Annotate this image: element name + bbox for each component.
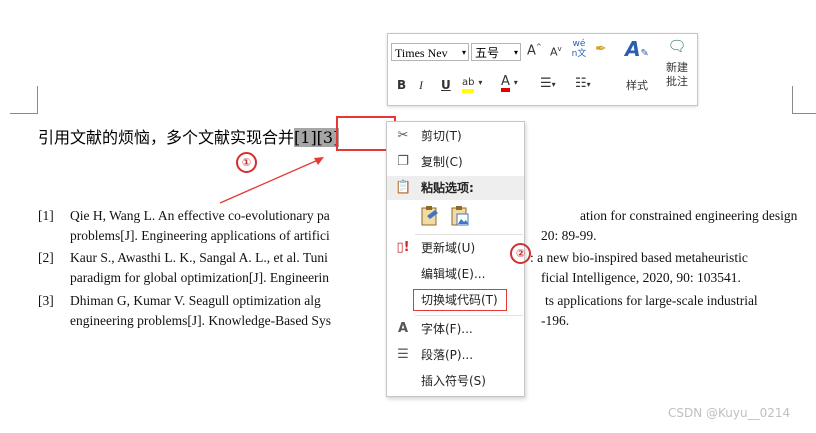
numbering-button[interactable]: ☷▾ [575, 76, 591, 91]
highlight-button[interactable]: ab ▾ [462, 74, 482, 93]
menu-item-label: 更新域(U) [421, 241, 476, 255]
menu-item-insert-symbol[interactable]: 插入符号(S) [387, 369, 524, 393]
toggle-field-codes-highlight-box [413, 289, 507, 311]
phonetic-guide-icon: wén文 [571, 39, 587, 59]
styles-icon: A✎ [625, 37, 649, 61]
reference-text: ficial Intelligence, 2020, 90: 103541. [541, 270, 741, 285]
font-size-select[interactable]: 五号 ▾ [471, 43, 521, 61]
bullets-button[interactable]: ☰▾ [540, 76, 556, 91]
chevron-down-icon: ▾ [513, 48, 518, 57]
new-comment-label: 新建 [666, 61, 688, 74]
paragraph-icon: ☰ [397, 347, 409, 362]
reference-text: paradigm for global optimization[J]. Eng… [70, 270, 330, 285]
reference-text: Kaur S., Awasthi L. K., Sangal A. L., et… [70, 250, 328, 265]
menu-item-paragraph[interactable]: ☰ 段落(P)... [387, 343, 524, 367]
paste-picture-button[interactable] [449, 204, 471, 228]
italic-button[interactable]: I [419, 78, 423, 93]
bold-button[interactable]: B [397, 78, 406, 92]
menu-item-label: 段落(P)... [421, 348, 474, 362]
reference-number: [3] [38, 293, 54, 308]
copy-icon: ❐ [397, 154, 409, 169]
shrink-font-icon: A [550, 45, 558, 59]
menu-item-cut[interactable]: ✂ 剪切(T) [387, 124, 524, 148]
reference-text: Qie H, Wang L. An effective co-evolution… [70, 208, 330, 223]
menu-item-copy[interactable]: ❐ 复制(C) [387, 150, 524, 174]
watermark: CSDN @Kuyu__0214 [668, 406, 791, 420]
grow-font-button[interactable]: A^ [527, 43, 542, 58]
menu-separator [415, 234, 523, 235]
font-name-select[interactable]: Times Ne​v ▾ [391, 43, 469, 61]
menu-item-update-field[interactable]: ▯! 更新域(U) [387, 236, 524, 260]
reference-text: engineering problems[J]. Knowledge-Based… [70, 313, 331, 328]
new-comment-button[interactable]: 🗨 新建 批注 [662, 37, 692, 89]
paste-picture-icon [451, 206, 469, 226]
reference-text: : a new bio-inspired based metaheuristic [530, 250, 748, 265]
paste-keep-format-icon [421, 206, 438, 226]
paste-icon: 📋 [395, 180, 412, 195]
menu-item-label: 字体(F)... [421, 322, 473, 336]
grow-font-icon: A [527, 43, 536, 59]
scissors-icon: ✂ [397, 128, 409, 143]
new-comment-label: 批注 [666, 75, 688, 88]
font-icon: A [397, 321, 409, 336]
mini-toolbar: Times Ne​v ▾ 五号 ▾ A^ Av wén文 ✒ A✎ 样式 🗨 新… [387, 33, 698, 106]
chevron-down-icon: ▾ [461, 48, 466, 57]
phonetic-guide-button[interactable]: wén文 [571, 39, 587, 59]
menu-item-label: 插入符号(S) [421, 374, 486, 388]
numbering-icon: ☷ [575, 76, 587, 91]
menu-item-font[interactable]: A 字体(F)... [387, 317, 524, 341]
font-size-value: 五号 [475, 46, 500, 60]
shrink-font-button[interactable]: Av [550, 45, 562, 59]
reference-text: problems[J]. Engineering applications of… [70, 228, 330, 243]
chevron-down-icon: ▾ [586, 80, 591, 89]
comment-icon: 🗨 [667, 37, 687, 55]
reference-text: ts applications for large-scale industri… [545, 293, 758, 308]
reference-number: [1] [38, 208, 54, 223]
update-field-icon: ▯! [396, 240, 410, 255]
chevron-down-icon: ▾ [513, 78, 518, 87]
reference-text: -196. [541, 313, 570, 328]
format-painter-button[interactable]: ✒ [595, 41, 607, 57]
menu-item-label: 复制(C) [421, 155, 463, 169]
menu-header-paste-options: 📋 粘贴选项: [387, 176, 524, 200]
format-painter-icon: ✒ [595, 41, 607, 57]
menu-item-label: 编辑域(E)... [421, 267, 486, 281]
step-2-marker: ② [510, 243, 531, 264]
context-menu: ✂ 剪切(T) ❐ 复制(C) 📋 粘贴选项: ▯! 更新域(U) 编辑域(E)… [386, 121, 525, 397]
menu-item-label: 粘贴选项: [421, 181, 474, 195]
reference-number: [2] [38, 250, 54, 265]
reference-text: Dhiman G, Kumar V. Seagull optimization … [70, 293, 321, 308]
reference-text: ation for constrained engineering design [580, 208, 798, 223]
font-name-value: Times Ne​v [395, 46, 448, 60]
paste-keep-formatting-button[interactable] [419, 204, 441, 228]
styles-button[interactable]: A✎ 样式 [620, 38, 654, 93]
font-color-button[interactable]: A ▾ [501, 74, 518, 92]
reference-text: 20: 89-99. [541, 228, 597, 243]
menu-separator [415, 315, 523, 316]
underline-button[interactable]: U [441, 78, 451, 92]
highlight-icon: ab [462, 77, 475, 93]
styles-label: 样式 [626, 79, 648, 92]
chevron-down-icon: ▾ [551, 80, 556, 89]
menu-item-edit-field[interactable]: 编辑域(E)... [387, 262, 524, 286]
bullets-icon: ☰ [540, 76, 552, 91]
chevron-down-icon: ▾ [478, 78, 483, 87]
menu-item-label: 剪切(T) [421, 129, 462, 143]
font-color-icon: A [501, 75, 510, 92]
